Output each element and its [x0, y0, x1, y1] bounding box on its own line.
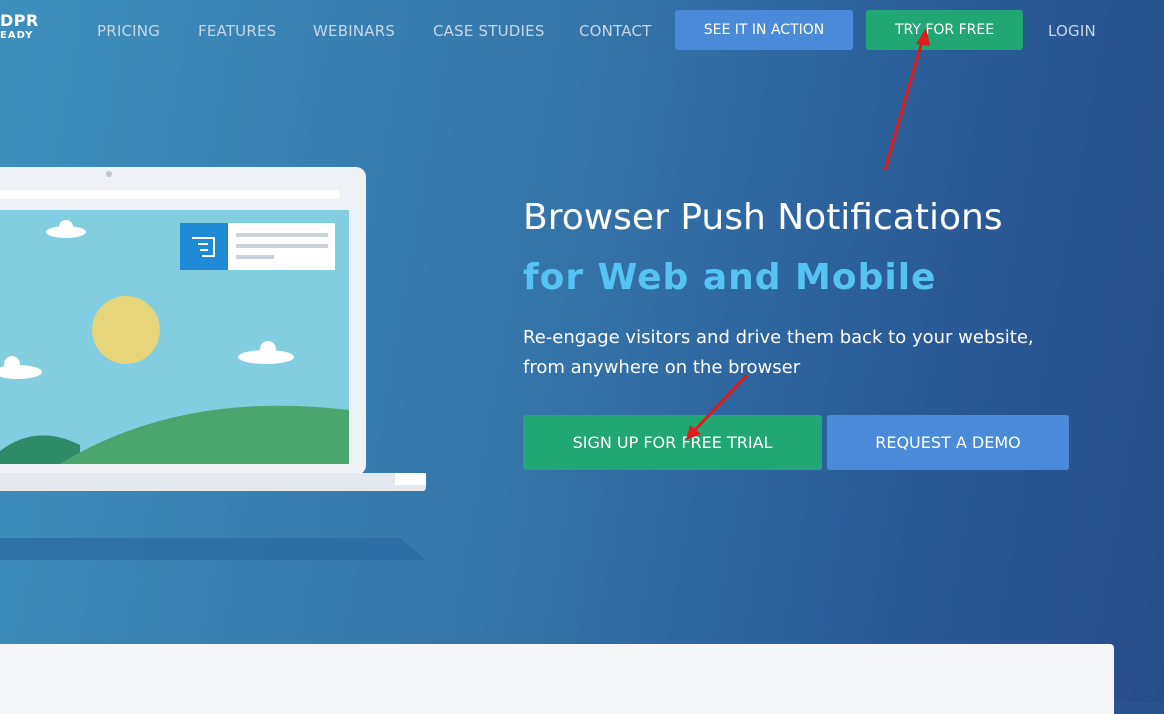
nav-link-features[interactable]: FEATURES: [198, 22, 276, 40]
hero-title: Browser Push Notifications: [523, 197, 1003, 238]
logo[interactable]: DPR EADY: [0, 11, 39, 42]
logo-line-2: EADY: [0, 30, 34, 41]
request-demo-button[interactable]: REQUEST A DEMO: [827, 415, 1069, 470]
nav-link-webinars[interactable]: WEBINARS: [313, 22, 395, 40]
hero-description-line-2: from anywhere on the browser: [523, 357, 801, 378]
see-it-in-action-button[interactable]: SEE IT IN ACTION: [675, 10, 853, 50]
nav-link-pricing[interactable]: PRICING: [97, 22, 160, 40]
nav-link-case-studies[interactable]: CASE STUDIES: [433, 22, 545, 40]
nav-link-contact[interactable]: CONTACT: [579, 22, 652, 40]
nav-link-login[interactable]: LOGIN: [1048, 22, 1096, 40]
hero-description-line-1: Re-engage visitors and drive them back t…: [523, 327, 1034, 348]
try-for-free-button[interactable]: TRY FOR FREE: [866, 10, 1023, 50]
sign-up-free-trial-button[interactable]: SIGN UP FOR FREE TRIAL: [523, 415, 822, 470]
laptop-illustration: [0, 167, 426, 560]
logo-line-1: DPR: [0, 11, 39, 30]
content-card: [0, 644, 1114, 714]
hero-description: Re-engage visitors and drive them back t…: [523, 323, 1083, 383]
top-navigation: DPR EADY PRICING FEATURES WEBINARS CASE …: [0, 0, 1164, 62]
hero-subtitle: for Web and Mobile: [523, 257, 937, 298]
